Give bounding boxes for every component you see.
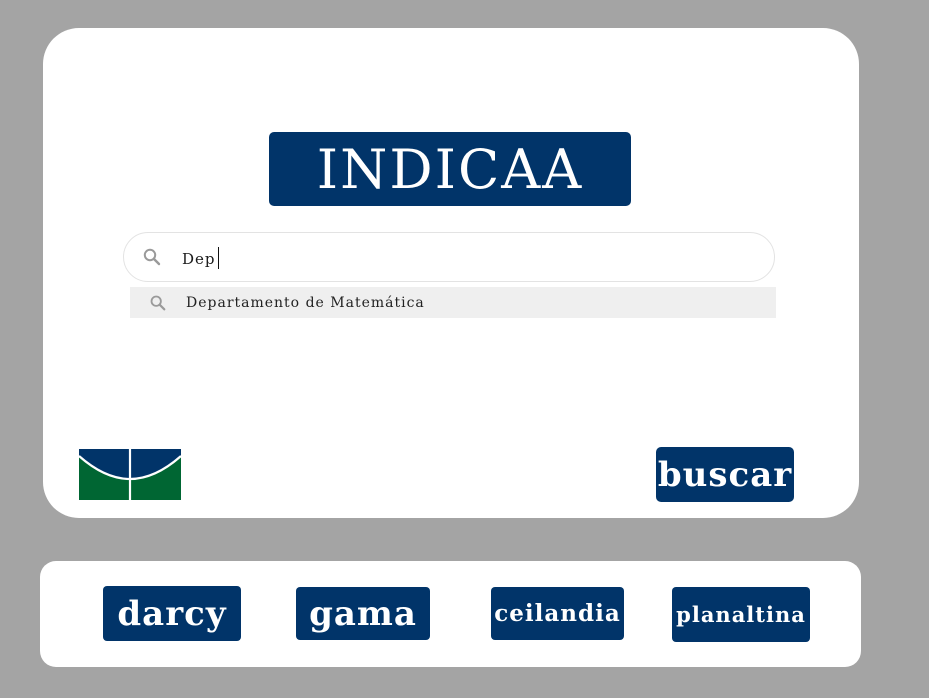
campus-label: darcy: [117, 593, 227, 634]
unb-logo: [78, 449, 182, 500]
search-bar[interactable]: Dep: [123, 232, 775, 282]
search-icon: [149, 294, 167, 312]
campus-label: ceilandia: [494, 600, 621, 627]
campus-label: gama: [309, 593, 417, 634]
campus-button-gama[interactable]: gama: [296, 587, 430, 640]
search-button[interactable]: buscar: [656, 447, 794, 502]
campus-button-planaltina[interactable]: planaltina: [672, 587, 810, 642]
search-icon: [142, 247, 162, 267]
app-title: INDICAA: [269, 132, 631, 206]
campus-bar: darcy gama ceilandia planaltina: [40, 561, 861, 667]
suggestion-item[interactable]: Departamento de Matemática: [130, 287, 776, 318]
search-button-label: buscar: [657, 454, 793, 495]
text-caret: [217, 247, 220, 269]
campus-button-darcy[interactable]: darcy: [103, 586, 241, 641]
search-input-value: Dep: [182, 250, 216, 268]
suggestion-label: Departamento de Matemática: [186, 295, 425, 311]
app-title-text: INDICAA: [316, 137, 584, 201]
campus-button-ceilandia[interactable]: ceilandia: [491, 587, 624, 640]
campus-label: planaltina: [676, 602, 806, 627]
main-card: INDICAA Dep Departamento de Matemática b…: [43, 28, 859, 518]
search-input[interactable]: Dep: [182, 247, 220, 269]
